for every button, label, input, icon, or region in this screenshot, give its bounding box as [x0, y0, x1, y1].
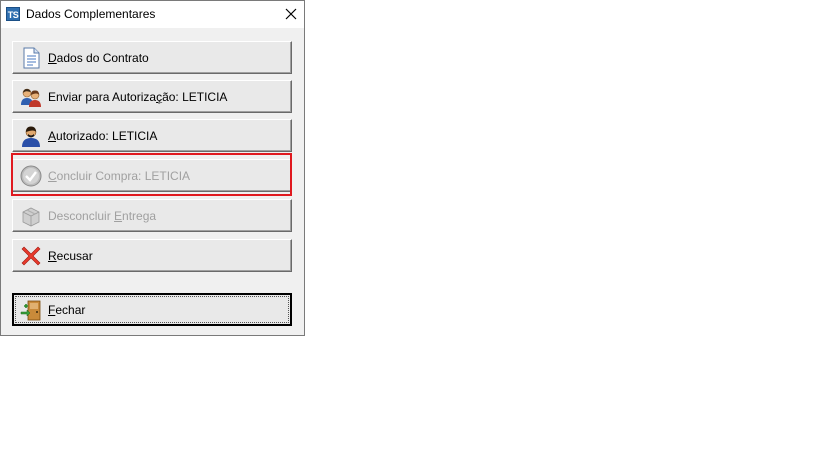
document-icon [23, 47, 40, 69]
autorizado-button[interactable]: Autorizado: LETICIA [12, 119, 292, 152]
fechar-button[interactable]: Fechar [12, 293, 292, 326]
close-icon [285, 8, 297, 20]
window-title: Dados Complementares [26, 7, 156, 21]
title-bar: TS Dados Complementares [1, 1, 304, 28]
dados-do-contrato-button[interactable]: Dados do Contrato [12, 41, 292, 74]
red-x-icon [21, 246, 41, 266]
autorizado-label: Autorizado: LETICIA [48, 129, 158, 143]
exit-door-icon [20, 300, 41, 321]
check-circle-icon [20, 165, 42, 187]
desconcluir-entrega-label: Desconcluir Entrega [48, 209, 157, 223]
app-logo-icon: TS [6, 7, 20, 21]
enviar-para-autorizacao-label: Enviar para Autorização: LETICIA [48, 90, 228, 104]
dados-do-contrato-label: Dados do Contrato [48, 51, 149, 65]
package-icon [22, 207, 40, 227]
fechar-label: Fechar [48, 303, 86, 317]
recusar-button[interactable]: Recusar [12, 239, 292, 272]
desconcluir-entrega-button[interactable]: Desconcluir Entrega [12, 199, 292, 232]
close-button[interactable] [280, 5, 302, 25]
users-icon [21, 88, 41, 107]
recusar-label: Recusar [48, 249, 93, 263]
user-icon [22, 126, 40, 147]
enviar-para-autorizacao-button[interactable]: Enviar para Autorização: LETICIA [12, 80, 292, 113]
concluir-compra-button[interactable]: Concluir Compra: LETICIA [12, 159, 292, 192]
dados-complementares-dialog: TS Dados Complementares Dados do Contrat… [0, 0, 305, 336]
concluir-compra-label: Concluir Compra: LETICIA [48, 169, 191, 183]
